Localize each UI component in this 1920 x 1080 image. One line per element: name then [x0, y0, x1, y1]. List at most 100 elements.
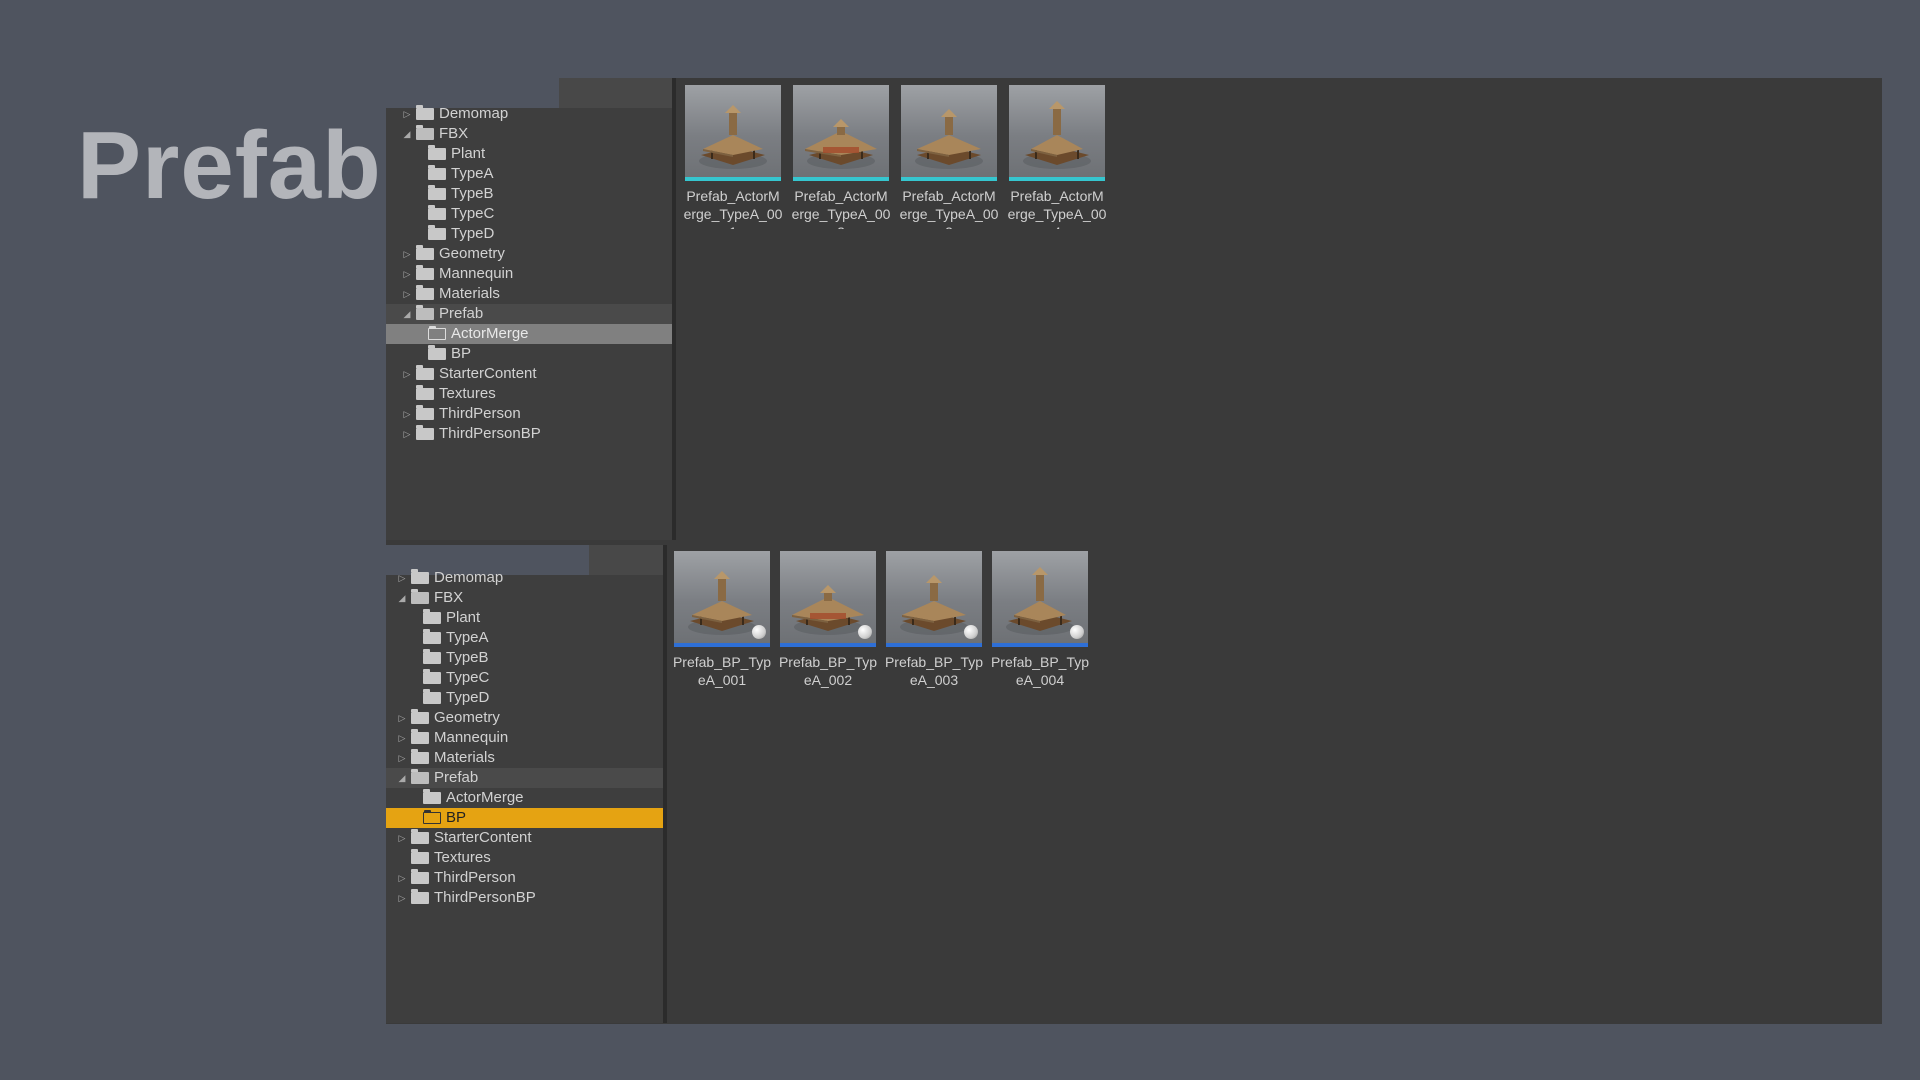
- folder-item-bp[interactable]: BP: [386, 344, 672, 364]
- folder-item-demomap[interactable]: ▷ Demomap: [386, 104, 672, 124]
- asset-name: Prefab_BP_TypeA_003: [884, 654, 984, 688]
- folder-item-geometry[interactable]: ▷ Geometry: [386, 244, 672, 264]
- folder-icon: [411, 849, 429, 864]
- folder-item-mannequin[interactable]: ▷ Mannequin: [386, 728, 665, 748]
- asset-thumbnail[interactable]: [674, 551, 770, 647]
- folder-item-plant[interactable]: Plant: [386, 608, 665, 628]
- collapse-caret-icon[interactable]: ◢: [402, 304, 412, 324]
- folder-item-type-b[interactable]: TypeB: [386, 648, 665, 668]
- folder-item-third-person[interactable]: ▷ ThirdPerson: [386, 404, 672, 424]
- folder-item-bp[interactable]: BP: [386, 808, 665, 828]
- folder-open-icon: [411, 589, 429, 604]
- folder-item-geometry[interactable]: ▷ Geometry: [386, 708, 665, 728]
- folder-label: Materials: [434, 749, 495, 766]
- expand-caret-icon[interactable]: ▷: [402, 424, 412, 444]
- asset-name: Prefab_ActorMerge_TypeA_001: [683, 188, 783, 229]
- expand-caret-icon[interactable]: ▷: [397, 728, 407, 748]
- expand-caret-icon[interactable]: ▷: [402, 364, 412, 384]
- asset-tile-4[interactable]: Prefab_BP_TypeA_004: [991, 551, 1089, 689]
- asset-thumbnail[interactable]: [886, 551, 982, 647]
- folder-icon: [416, 105, 434, 120]
- expand-caret-icon[interactable]: ▷: [397, 868, 407, 888]
- collapse-caret-icon[interactable]: ◢: [402, 124, 412, 144]
- folder-icon: [423, 669, 441, 684]
- folder-icon: [428, 225, 446, 240]
- expand-caret-icon[interactable]: ▷: [397, 828, 407, 848]
- asset-thumbnail[interactable]: [793, 85, 889, 181]
- folder-icon: [416, 265, 434, 280]
- asset-tile-1[interactable]: Prefab_ActorMerge_TypeA_001: [683, 85, 783, 229]
- folder-icon: [423, 609, 441, 624]
- folder-item-type-d[interactable]: TypeD: [386, 688, 665, 708]
- folder-item-third-person-bp[interactable]: ▷ ThirdPersonBP: [386, 424, 672, 444]
- folder-item-fbx[interactable]: ◢ FBX: [386, 124, 672, 144]
- folder-item-demomap[interactable]: ▷ Demomap: [386, 568, 665, 588]
- expand-caret-icon[interactable]: ▷: [397, 708, 407, 728]
- asset-thumbnail[interactable]: [901, 85, 997, 181]
- folder-item-materials[interactable]: ▷ Materials: [386, 748, 665, 768]
- collapse-caret-icon[interactable]: ◢: [397, 768, 407, 788]
- asset-tile-2[interactable]: Prefab_ActorMerge_TypeA_002: [792, 85, 890, 229]
- bottom-folder-tree-panel[interactable]: ▷ Demomap ◢ FBX Plant TypeA TypeB TypeC TypeD ▷ Ge…: [386, 545, 665, 1023]
- folder-item-prefab[interactable]: ◢ Prefab: [386, 304, 672, 324]
- folder-label: ActorMerge: [446, 789, 524, 806]
- folder-item-textures[interactable]: Textures: [386, 848, 665, 868]
- folder-item-materials[interactable]: ▷ Materials: [386, 284, 672, 304]
- folder-item-starter-content[interactable]: ▷ StarterContent: [386, 364, 672, 384]
- folder-item-mannequin[interactable]: ▷ Mannequin: [386, 264, 672, 284]
- asset-thumbnail[interactable]: [1009, 85, 1105, 181]
- expand-caret-icon[interactable]: ▷: [402, 244, 412, 264]
- folder-item-type-d[interactable]: TypeD: [386, 224, 672, 244]
- folder-icon: [411, 709, 429, 724]
- expand-caret-icon[interactable]: ▷: [402, 404, 412, 424]
- folder-item-fbx[interactable]: ◢ FBX: [386, 588, 665, 608]
- asset-name: Prefab_ActorMerge_TypeA_003: [899, 188, 999, 229]
- folder-item-starter-content[interactable]: ▷ StarterContent: [386, 828, 665, 848]
- asset-tile-3[interactable]: Prefab_BP_TypeA_003: [884, 551, 984, 689]
- expand-caret-icon[interactable]: ▷: [397, 568, 407, 588]
- folder-icon: [428, 165, 446, 180]
- asset-thumbnail[interactable]: [992, 551, 1088, 647]
- folder-label: TypeB: [451, 185, 494, 202]
- asset-tile-2[interactable]: Prefab_BP_TypeA_002: [778, 551, 878, 689]
- folder-label: TypeD: [451, 225, 495, 242]
- folder-item-actor-merge[interactable]: ActorMerge: [386, 788, 665, 808]
- folder-item-type-c[interactable]: TypeC: [386, 668, 665, 688]
- asset-tile-4[interactable]: Prefab_ActorMerge_TypeA_004: [1008, 85, 1106, 229]
- folder-item-type-a[interactable]: TypeA: [386, 628, 665, 648]
- asset-thumbnail[interactable]: [780, 551, 876, 647]
- collapse-caret-icon[interactable]: ◢: [397, 588, 407, 608]
- folder-icon: [411, 729, 429, 744]
- expand-caret-icon[interactable]: ▷: [397, 888, 407, 908]
- asset-name: Prefab_BP_TypeA_002: [778, 654, 878, 688]
- folder-open-icon: [416, 125, 434, 140]
- folder-item-third-person-bp[interactable]: ▷ ThirdPersonBP: [386, 888, 665, 908]
- expand-caret-icon[interactable]: ▷: [402, 284, 412, 304]
- folder-item-plant[interactable]: Plant: [386, 144, 672, 164]
- expand-caret-icon[interactable]: ▷: [402, 104, 412, 124]
- blueprint-sphere-icon: [964, 625, 978, 639]
- asset-thumbnail[interactable]: [685, 85, 781, 181]
- folder-item-textures[interactable]: Textures: [386, 384, 672, 404]
- expand-caret-icon[interactable]: ▷: [402, 264, 412, 284]
- folder-icon: [423, 689, 441, 704]
- blueprint-sphere-icon: [1070, 625, 1084, 639]
- folder-item-actor-merge[interactable]: ActorMerge: [386, 324, 672, 344]
- house-thumbnail-icon: [1023, 101, 1091, 169]
- house-thumbnail-icon: [915, 109, 983, 169]
- folder-item-type-b[interactable]: TypeB: [386, 184, 672, 204]
- asset-tile-3[interactable]: Prefab_ActorMerge_TypeA_003: [899, 85, 999, 229]
- folder-label: Mannequin: [434, 729, 509, 746]
- folder-item-third-person[interactable]: ▷ ThirdPerson: [386, 868, 665, 888]
- expand-caret-icon[interactable]: ▷: [397, 748, 407, 768]
- asset-tile-1[interactable]: Prefab_BP_TypeA_001: [673, 551, 771, 689]
- folder-label: Demomap: [439, 105, 509, 122]
- folder-item-type-a[interactable]: TypeA: [386, 164, 672, 184]
- folder-icon: [416, 385, 434, 400]
- folder-label: StarterContent: [439, 365, 537, 382]
- folder-label: Materials: [439, 285, 500, 302]
- folder-item-prefab[interactable]: ◢ Prefab: [386, 768, 665, 788]
- top-folder-tree-panel[interactable]: ▷ Demomap ◢ FBX Plant TypeA TypeB TypeC TypeD ▷ Ge…: [386, 78, 672, 540]
- folder-label: Prefab: [434, 769, 479, 786]
- folder-item-type-c[interactable]: TypeC: [386, 204, 672, 224]
